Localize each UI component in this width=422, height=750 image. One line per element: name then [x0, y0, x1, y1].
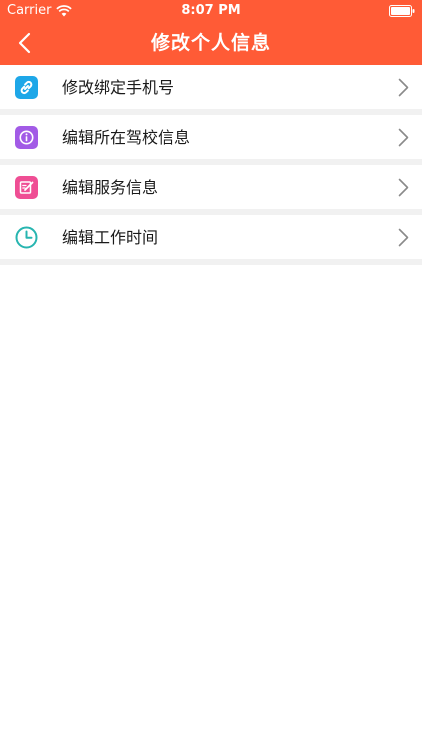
chevron-right-icon — [398, 228, 409, 247]
page-title: 修改个人信息 — [150, 32, 271, 54]
settings-list: 修改绑定手机号 编辑所在驾校信息 编辑服务信息 编辑工作时间 — [0, 65, 422, 265]
list-item-label: 编辑服务信息 — [62, 178, 159, 197]
chevron-right-icon — [398, 178, 409, 197]
list-item-edit-school[interactable]: 编辑所在驾校信息 — [0, 115, 422, 159]
chevron-right-icon — [398, 128, 409, 147]
battery-icon — [389, 5, 415, 17]
clock-icon — [15, 226, 38, 249]
chevron-right-icon — [398, 78, 409, 97]
list-item-label: 编辑工作时间 — [62, 228, 159, 247]
status-time: 8:07 PM — [181, 3, 241, 18]
edit-icon — [15, 176, 38, 199]
top-bar: Carrier 8:07 PM 修改个人信息 — [0, 0, 422, 65]
list-item-label: 修改绑定手机号 — [62, 78, 175, 97]
nav-bar: 修改个人信息 — [0, 22, 422, 65]
list-item-edit-service[interactable]: 编辑服务信息 — [0, 165, 422, 209]
link-icon — [15, 76, 38, 99]
list-item-edit-phone[interactable]: 修改绑定手机号 — [0, 65, 422, 109]
info-icon — [15, 126, 38, 149]
screen: Carrier 8:07 PM 修改个人信息 修改绑定手机号 编辑所在驾校信息 … — [0, 0, 422, 750]
list-item-edit-work-time[interactable]: 编辑工作时间 — [0, 215, 422, 259]
status-bar: Carrier 8:07 PM — [0, 0, 422, 22]
list-item-label: 编辑所在驾校信息 — [62, 128, 191, 147]
